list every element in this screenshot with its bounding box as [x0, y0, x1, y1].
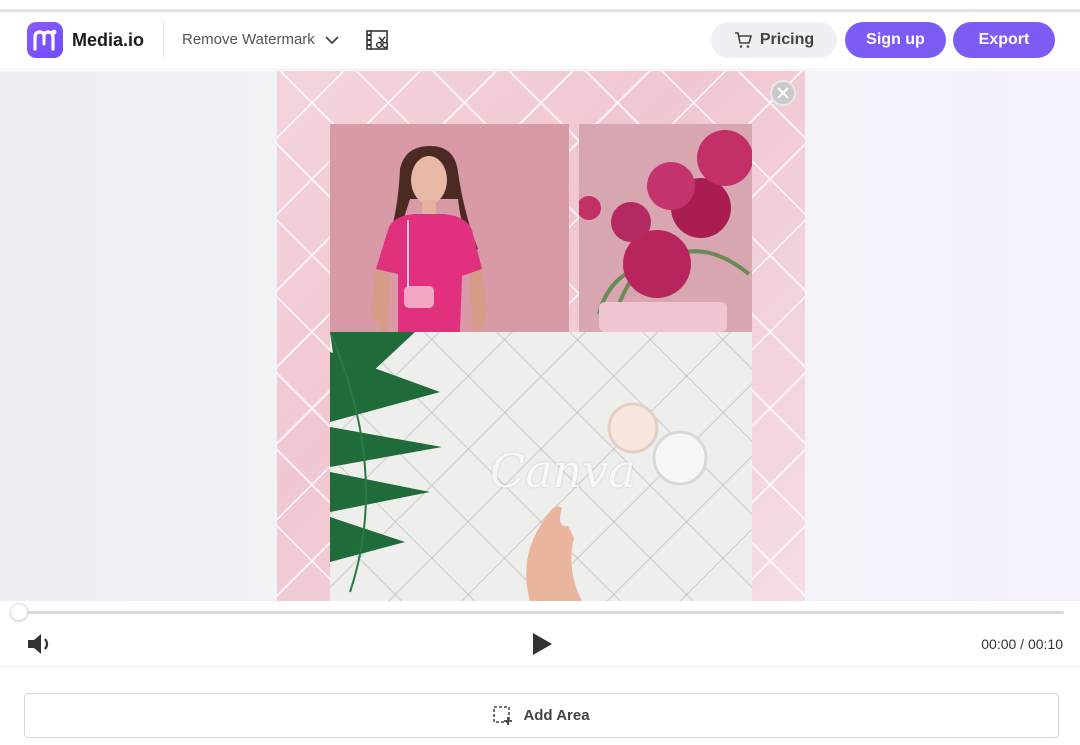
close-preview-button[interactable]: [770, 80, 796, 106]
volume-icon[interactable]: [27, 632, 53, 656]
controls-divider: [0, 666, 1080, 667]
media-io-logo[interactable]: [27, 22, 63, 58]
logo-mark-icon: [33, 29, 57, 51]
video-canvas: Canva: [0, 71, 1080, 601]
photo-woman-pink-dress: [330, 124, 569, 332]
watermark-text[interactable]: Canva: [490, 444, 636, 498]
video-trim-icon[interactable]: [366, 30, 390, 52]
sign-up-button[interactable]: Sign up: [845, 22, 946, 58]
photo-carnations: [579, 124, 752, 332]
add-area-button[interactable]: Add Area: [24, 693, 1059, 738]
photo-desk-flatlay: Canva: [330, 332, 752, 601]
tool-dropdown-label: Remove Watermark: [182, 31, 315, 48]
playback-time: 00:00 / 00:10: [981, 636, 1063, 652]
header-divider: [163, 20, 164, 58]
close-icon: [777, 87, 789, 99]
pricing-button[interactable]: Pricing: [711, 22, 837, 58]
tool-dropdown[interactable]: Remove Watermark: [182, 31, 339, 48]
export-button[interactable]: Export: [953, 22, 1055, 58]
play-icon[interactable]: [531, 632, 553, 656]
cart-icon: [734, 32, 752, 48]
video-preview[interactable]: Canva: [277, 71, 805, 601]
add-selection-icon: [493, 705, 513, 725]
app-header: Media.io Remove Watermark Pricing Sign u…: [0, 12, 1080, 70]
chevron-down-icon: [325, 35, 339, 44]
seek-bar[interactable]: [18, 611, 1064, 614]
seek-handle[interactable]: [10, 603, 28, 621]
brand-name: Media.io: [72, 30, 145, 50]
add-area-label: Add Area: [523, 707, 590, 724]
pricing-label: Pricing: [759, 31, 815, 48]
